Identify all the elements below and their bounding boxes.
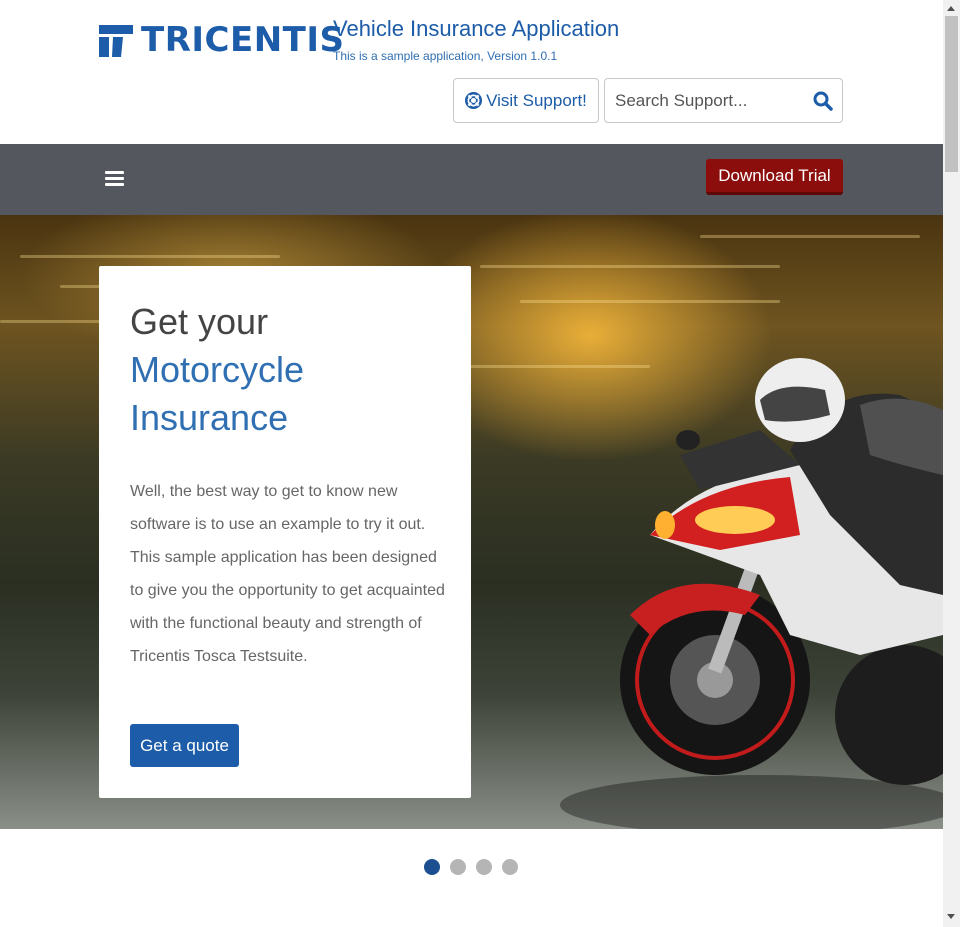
hero-title-line1: Get your [130,301,269,342]
search-support-box [604,78,843,123]
scroll-up-arrow-icon[interactable] [947,6,955,11]
carousel-dot-2[interactable] [450,859,466,875]
logo-wordmark: TRICENTIS [141,20,345,60]
hamburger-menu-icon[interactable] [105,171,124,187]
app-subtitle: This is a sample application, Version 1.… [333,49,558,63]
visit-support-button[interactable]: Visit Support! [453,78,599,123]
site-header: TRICENTIS Vehicle Insurance Application … [0,0,943,144]
hero-title-line3: Insurance [130,397,289,438]
search-icon[interactable] [813,91,833,111]
carousel-dot-4[interactable] [502,859,518,875]
scrollbar-thumb[interactable] [945,16,958,172]
hero-description: Well, the best way to get to know new so… [130,483,445,665]
get-a-quote-button[interactable]: Get a quote [130,724,239,767]
carousel-indicators [424,859,528,875]
carousel-dot-1[interactable] [424,859,440,875]
search-input[interactable] [615,79,805,122]
tricentis-logo[interactable]: TRICENTIS [99,22,345,58]
app-title: Vehicle Insurance Application [333,16,620,41]
scroll-down-arrow-icon[interactable] [947,914,955,919]
carousel-dot-3[interactable] [476,859,492,875]
visit-support-label: Visit Support! [486,90,587,110]
lifebuoy-icon [465,92,483,109]
tricentis-logo-icon [99,25,133,57]
hero-title-line2: Motorcycle [130,349,305,390]
download-trial-button[interactable]: Download Trial [706,159,843,195]
